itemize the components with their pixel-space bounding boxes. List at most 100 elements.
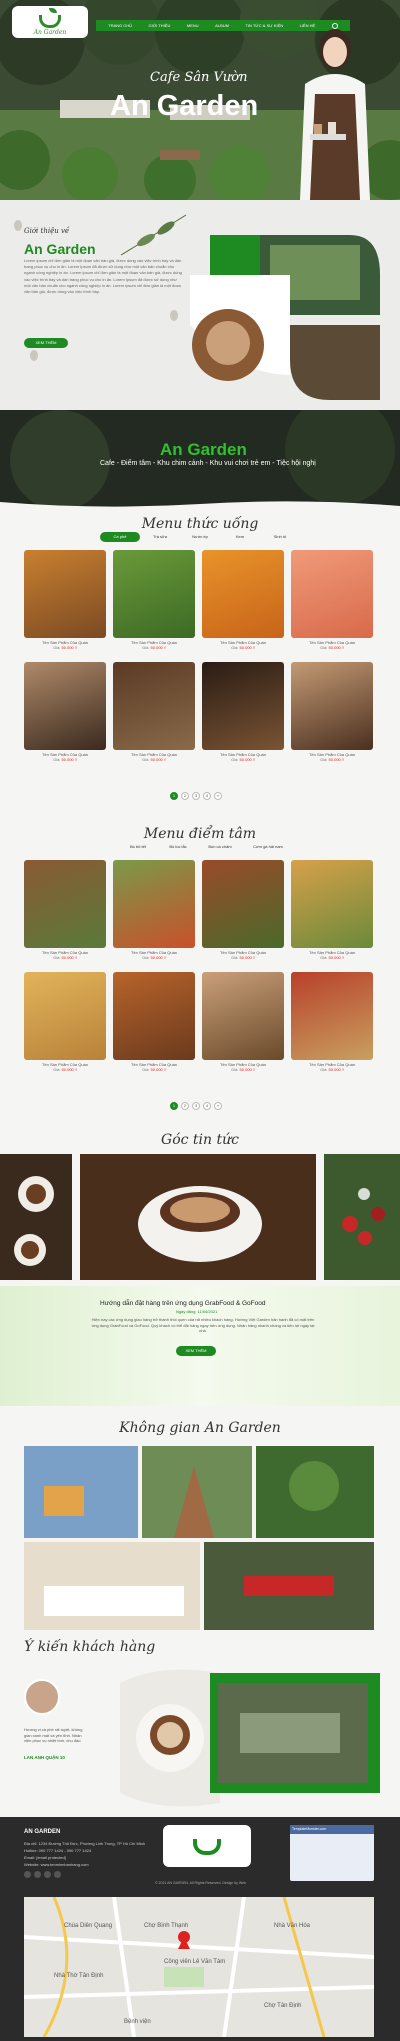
facebook-widget[interactable]: TemplateMonster.com: [290, 1825, 374, 1881]
product-price: Giá: 50.000 ₫: [142, 757, 166, 762]
about-title: An Garden: [24, 241, 96, 257]
product-price: Giá: 50.000 ₫: [53, 955, 77, 960]
hero-title: An Garden: [110, 90, 259, 122]
news-section: Góc tin tức Hướng dẫn đặt hàng trên ứng …: [0, 1130, 400, 1412]
product-image[interactable]: [291, 972, 373, 1060]
nav-menu[interactable]: MENU: [187, 23, 199, 28]
product-card[interactable]: Tên Sản Phẩm Của Quán Giá: 50.000 ₫: [24, 662, 106, 774]
fb-widget-title: TemplateMonster.com: [290, 1825, 374, 1834]
product-image[interactable]: [24, 972, 106, 1060]
food-grid: Tên Sản Phẩm Của Quán Giá: 50.000 ₫ Tên Sả…: [24, 860, 374, 1084]
tab-ice-cream[interactable]: Kem: [220, 532, 260, 542]
food-pagination: 1 2 3 4»: [170, 1102, 222, 1110]
product-price: Giá: 50.000 ₫: [231, 757, 255, 762]
product-card[interactable]: Tên Sản Phẩm Của Quán Giá: 50.000 ₫: [24, 860, 106, 972]
product-card[interactable]: Tên Sản Phẩm Của Quán Giá: 50.000 ₫: [291, 860, 373, 972]
product-card[interactable]: Tên Sản Phẩm Của Quán Giá: 50.000 ₫: [291, 972, 373, 1084]
product-price: Giá: 50.000 ₫: [231, 955, 255, 960]
tab-chicken-rice[interactable]: Cơm gà hải nam: [242, 842, 294, 852]
product-image[interactable]: [202, 860, 284, 948]
notice-more-button[interactable]: XEM THÊM: [176, 1346, 216, 1356]
product-image[interactable]: [113, 662, 195, 750]
notice-text: Hiện nay các ứng dụng giao hàng trở thàn…: [91, 1317, 315, 1333]
page-button[interactable]: 2: [181, 1102, 189, 1110]
product-card[interactable]: Tên Sản Phẩm Của Quán Giá: 50.000 ₫: [113, 972, 195, 1084]
product-card[interactable]: Tên Sản Phẩm Của Quán Giá: 50.000 ₫: [24, 550, 106, 662]
review-text: Hương vị cà phê rất tuyệt, không gian xa…: [24, 1727, 83, 1743]
product-image[interactable]: [291, 662, 373, 750]
youtube-icon[interactable]: [44, 1871, 51, 1878]
product-image[interactable]: [202, 662, 284, 750]
twitter-icon[interactable]: [34, 1871, 41, 1878]
product-image[interactable]: [113, 860, 195, 948]
product-price: Giá: 50.000 ₫: [142, 645, 166, 650]
product-card[interactable]: Tên Sản Phẩm Của Quán Giá: 50.000 ₫: [202, 972, 284, 1084]
news-carousel[interactable]: [0, 1154, 400, 1280]
tab-shaking-beef[interactable]: Bò lúc lắc: [158, 842, 198, 852]
product-price: Giá: 50.000 ₫: [320, 1067, 344, 1072]
tab-fish-noodle[interactable]: Bún cá chấm: [198, 842, 242, 852]
product-image[interactable]: [24, 550, 106, 638]
product-image[interactable]: [291, 860, 373, 948]
map-label: Nhà Văn Hóa: [274, 1923, 311, 1929]
map-label: Bệnh viện: [124, 2019, 151, 2025]
product-price: Giá: 50.000 ₫: [320, 757, 344, 762]
product-card[interactable]: Tên Sản Phẩm Của Quán Giá: 50.000 ₫: [202, 860, 284, 972]
product-card[interactable]: Tên Sản Phẩm Của Quán Giá: 50.000 ₫: [113, 550, 195, 662]
nav-about[interactable]: GIỚI THIỆU: [149, 23, 171, 28]
tab-steak[interactable]: Bò bít tết: [118, 842, 158, 852]
avatar: [24, 1679, 60, 1715]
product-card[interactable]: Tên Sản Phẩm Của Quán Giá: 50.000 ₫: [291, 550, 373, 662]
coffee-cup-icon: [193, 1839, 221, 1855]
tab-milk-tea[interactable]: Trà sữa: [140, 532, 180, 542]
product-image[interactable]: [24, 662, 106, 750]
space-title: Không gian An Garden: [119, 1420, 281, 1436]
nav-home[interactable]: TRANG CHỦ: [108, 23, 132, 28]
footer-logo[interactable]: [163, 1825, 251, 1867]
product-image[interactable]: [24, 860, 106, 948]
coffee-bean-icon: [30, 350, 38, 361]
space-gallery[interactable]: [24, 1446, 374, 1630]
product-image[interactable]: [202, 972, 284, 1060]
nav-news[interactable]: TIN TỨC & SỰ KIỆN: [245, 23, 283, 28]
nav-album[interactable]: ALBUM: [215, 23, 229, 28]
facebook-icon[interactable]: [24, 1871, 31, 1878]
banner-subtitle: Cafe - Điểm tâm - Khu chim cảnh - Khu vu…: [100, 460, 316, 467]
page-button[interactable]: 3: [192, 1102, 200, 1110]
tab-coffee[interactable]: Cà phê: [100, 532, 140, 542]
map[interactable]: Chùa Diên Quang Chợ Bình Thạnh Nhà Văn H…: [24, 1897, 374, 2037]
product-card[interactable]: Tên Sản Phẩm Của Quán Giá: 50.000 ₫: [113, 860, 195, 972]
product-image[interactable]: [113, 972, 195, 1060]
page-button[interactable]: 4: [203, 1102, 211, 1110]
product-image[interactable]: [113, 550, 195, 638]
about-more-button[interactable]: XEM THÊM: [24, 338, 68, 348]
drinks-pagination: 1 2 3 4»: [170, 792, 222, 800]
about-subtitle: Giới thiệu về: [24, 227, 70, 235]
copyright: © 2021 AN GARDEN. All Rights Reserved. D…: [155, 1881, 247, 1885]
tab-juice[interactable]: Nước ép: [180, 532, 220, 542]
product-price: Giá: 50.000 ₫: [231, 645, 255, 650]
notice-date: Ngày đăng: 11/04/2021: [176, 1309, 218, 1314]
page-button[interactable]: 4: [203, 792, 211, 800]
page-button[interactable]: »: [214, 1102, 222, 1110]
instagram-icon[interactable]: [54, 1871, 61, 1878]
page-button[interactable]: 3: [192, 792, 200, 800]
footer-address: Địa chỉ: 1234 Đường Thủ Đức, Phường Linh…: [24, 1841, 146, 1846]
product-card[interactable]: Tên Sản Phẩm Của Quán Giá: 50.000 ₫: [291, 662, 373, 774]
product-price: Giá: 50.000 ₫: [53, 757, 77, 762]
page-button[interactable]: »: [214, 792, 222, 800]
product-image[interactable]: [202, 550, 284, 638]
page-button[interactable]: 2: [181, 792, 189, 800]
tab-smoothie[interactable]: Sinh tố: [260, 532, 300, 542]
product-card[interactable]: Tên Sản Phẩm Của Quán Giá: 50.000 ₫: [24, 972, 106, 1084]
page-button[interactable]: 1: [170, 1102, 178, 1110]
page-button[interactable]: 1: [170, 792, 178, 800]
food-menu-title: Menu điểm tâm: [143, 826, 257, 842]
product-card[interactable]: Tên Sản Phẩm Của Quán Giá: 50.000 ₫: [202, 662, 284, 774]
drinks-tabs: Cà phê Trà sữa Nước ép Kem Sinh tố: [100, 532, 300, 542]
product-image[interactable]: [291, 550, 373, 638]
product-card[interactable]: Tên Sản Phẩm Của Quán Giá: 50.000 ₫: [202, 550, 284, 662]
logo[interactable]: An Garden: [12, 6, 88, 38]
notice-title: Hướng dẫn đặt hàng trên ứng dụng GrabFoo…: [100, 1300, 266, 1307]
product-card[interactable]: Tên Sản Phẩm Của Quán Giá: 50.000 ₫: [113, 662, 195, 774]
